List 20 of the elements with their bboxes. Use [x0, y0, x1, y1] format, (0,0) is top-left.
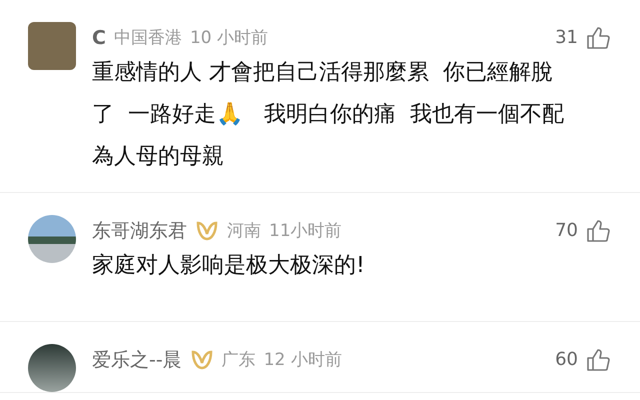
like-count: 70: [555, 219, 578, 243]
avatar-photo: [28, 22, 76, 70]
time-text: 11小时前: [269, 220, 342, 243]
time-text: 10 小时前: [190, 27, 268, 50]
avatar-photo: [28, 215, 76, 263]
user-name: C: [92, 26, 106, 50]
like-count: 60: [555, 348, 578, 372]
location-text: 中国香港: [114, 27, 182, 50]
thumbs-up-icon[interactable]: [586, 26, 610, 50]
user-name: 爱乐之--晨: [92, 348, 182, 372]
thumbs-up-icon[interactable]: [586, 219, 610, 243]
comment-text: 家庭对人影响是极大极深的!: [92, 252, 366, 280]
user-name: 东哥湖东君: [92, 219, 187, 243]
location-text: 河南: [227, 220, 261, 243]
thumbs-up-icon[interactable]: [586, 348, 610, 372]
avatar-photo: [28, 344, 76, 392]
like-count: 31: [555, 26, 578, 50]
comment-text: 重感情的人 才會把自己活得那麼累 你已經解脫了 一路好走🙏 我明白你的痛 我也有一個不配為人母的母親: [92, 59, 565, 171]
time-text: 12 小时前: [264, 349, 342, 372]
location-text: 广东: [222, 349, 256, 372]
